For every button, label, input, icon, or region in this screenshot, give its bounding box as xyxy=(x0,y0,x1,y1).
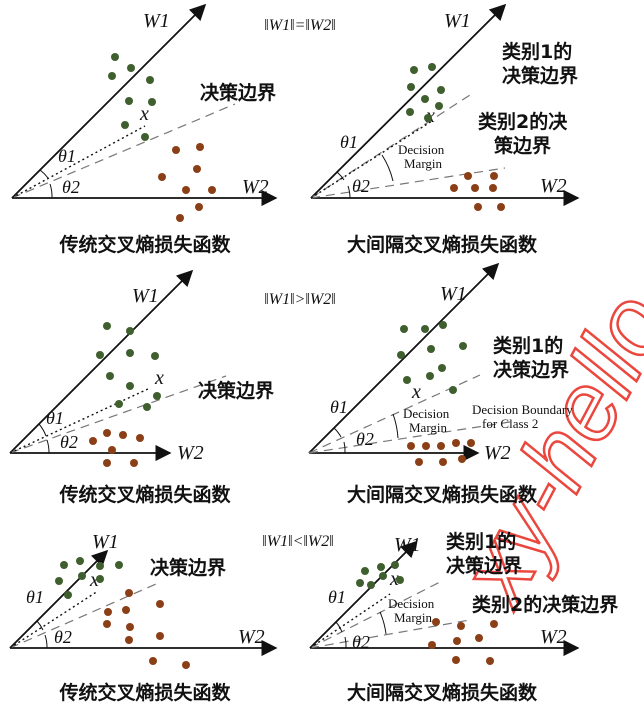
theta1-arc xyxy=(333,427,342,438)
w1-vector xyxy=(308,262,500,454)
panel-row2-traditional: W1 W2 x θ1 θ2 决策边界 传统交叉熵损失函数 xyxy=(9,269,274,506)
decision-margin-label: Decision Margin xyxy=(403,406,450,435)
panel-row3-large-margin: W1 W2 x θ1 θ2 类别1的决策边界 类别2的决策边界 Decision… xyxy=(309,530,618,704)
w2-label: W2 xyxy=(238,626,265,648)
theta2-arc xyxy=(49,183,53,199)
margin-arc xyxy=(379,611,387,635)
decision-boundary-line xyxy=(11,103,236,199)
class2-points xyxy=(89,429,144,467)
w1-vector xyxy=(11,3,207,199)
w1-label: W1 xyxy=(132,285,159,307)
norm-condition-row2: ‖W1‖>‖W2‖ xyxy=(264,291,335,308)
theta1-arc xyxy=(335,621,343,633)
theta1-arc xyxy=(38,423,47,437)
w1-vector xyxy=(9,269,194,454)
theta1-arc xyxy=(39,169,49,179)
w2-label: W2 xyxy=(540,626,567,648)
w2-label: W2 xyxy=(540,175,567,197)
norm-condition-row3: ‖W1‖<‖W2‖ xyxy=(262,533,333,550)
theta1-label: θ1 xyxy=(328,587,346,607)
caption-traditional: 传统交叉熵损失函数 xyxy=(58,681,231,704)
class1-points xyxy=(55,557,123,599)
caption-traditional: 传统交叉熵损失函数 xyxy=(58,233,231,256)
panel-row1-traditional: W1 W2 x θ1 θ2 决策边界 传统交叉熵损失函数 xyxy=(11,3,278,256)
norm-condition-row1: ‖W1‖=‖W2‖ xyxy=(264,17,335,34)
class2-points xyxy=(158,143,216,222)
class2-boundary-line xyxy=(310,167,506,199)
decision-boundary-label: 决策边界 xyxy=(150,556,226,579)
caption-large-margin: 大间隔交叉熵损失函数 xyxy=(347,233,538,256)
theta1-label: θ1 xyxy=(26,587,44,607)
panel-row3-traditional: W1 W2 x θ1 θ2 决策边界 传统交叉熵损失函数 xyxy=(9,531,278,704)
x-label: x xyxy=(139,103,149,125)
decision-margin-label: Decision Margin xyxy=(388,596,435,625)
theta2-arc xyxy=(46,439,50,454)
sample-x-ray xyxy=(9,387,151,454)
theta2-label: θ2 xyxy=(356,429,374,449)
theta1-label: θ1 xyxy=(46,408,64,428)
w1-label: W1 xyxy=(92,531,119,553)
theta1-label: θ1 xyxy=(330,397,348,417)
class1-boundary-line xyxy=(310,94,471,199)
theta1-label: θ1 xyxy=(58,146,76,166)
class2-points xyxy=(450,172,505,211)
w1-label: W1 xyxy=(143,10,170,32)
class2-points xyxy=(428,618,498,665)
margin-arc xyxy=(381,154,394,182)
class2-boundary-label: 类别2的决策边界 xyxy=(472,593,618,616)
theta2-label: θ2 xyxy=(352,176,370,196)
theta2-arc xyxy=(44,634,48,649)
class2-boundary-label: 类别2的决策边界 xyxy=(478,110,568,157)
theta1-label: θ1 xyxy=(340,132,358,152)
theta2-label: θ2 xyxy=(60,432,78,452)
caption-traditional: 传统交叉熵损失函数 xyxy=(58,483,231,506)
x-label: x xyxy=(154,367,164,389)
w1-label: W1 xyxy=(444,10,471,32)
w2-label: W2 xyxy=(177,442,204,464)
loss-comparison-figure: xy-hello ‖W1‖=‖W2‖ W1 W2 x θ1 θ2 决策边界 传统… xyxy=(9,3,644,704)
caption-large-margin: 大间隔交叉熵损失函数 xyxy=(347,681,538,704)
w1-label: W1 xyxy=(440,283,467,305)
x-label: x xyxy=(411,381,421,403)
class1-points xyxy=(108,53,156,141)
decision-margin-label: Decision Margin xyxy=(398,142,445,171)
theta2-label: θ2 xyxy=(62,177,80,197)
class2-points xyxy=(103,589,190,669)
theta2-label: θ2 xyxy=(54,627,72,647)
decision-boundary-label: 决策边界 xyxy=(200,81,276,104)
panel-row1-large-margin: W1 W2 x θ1 θ2 类别1的决策边界 类别2的决策边界 Decision… xyxy=(310,3,580,256)
caption-large-margin: 大间隔交叉熵损失函数 xyxy=(347,483,538,506)
sample-x-ray xyxy=(309,593,391,649)
theta2-arc xyxy=(344,636,347,649)
class1-points xyxy=(397,321,467,394)
margin-arc xyxy=(392,413,399,439)
theta2-label: θ2 xyxy=(352,632,370,652)
w1-label: W1 xyxy=(394,534,421,556)
class1-boundary-label: 类别1的决策边界 xyxy=(502,40,578,87)
decision-boundary-label: 决策边界 xyxy=(198,379,274,402)
w2-label: W2 xyxy=(242,176,269,198)
w2-label: W2 xyxy=(484,442,511,464)
